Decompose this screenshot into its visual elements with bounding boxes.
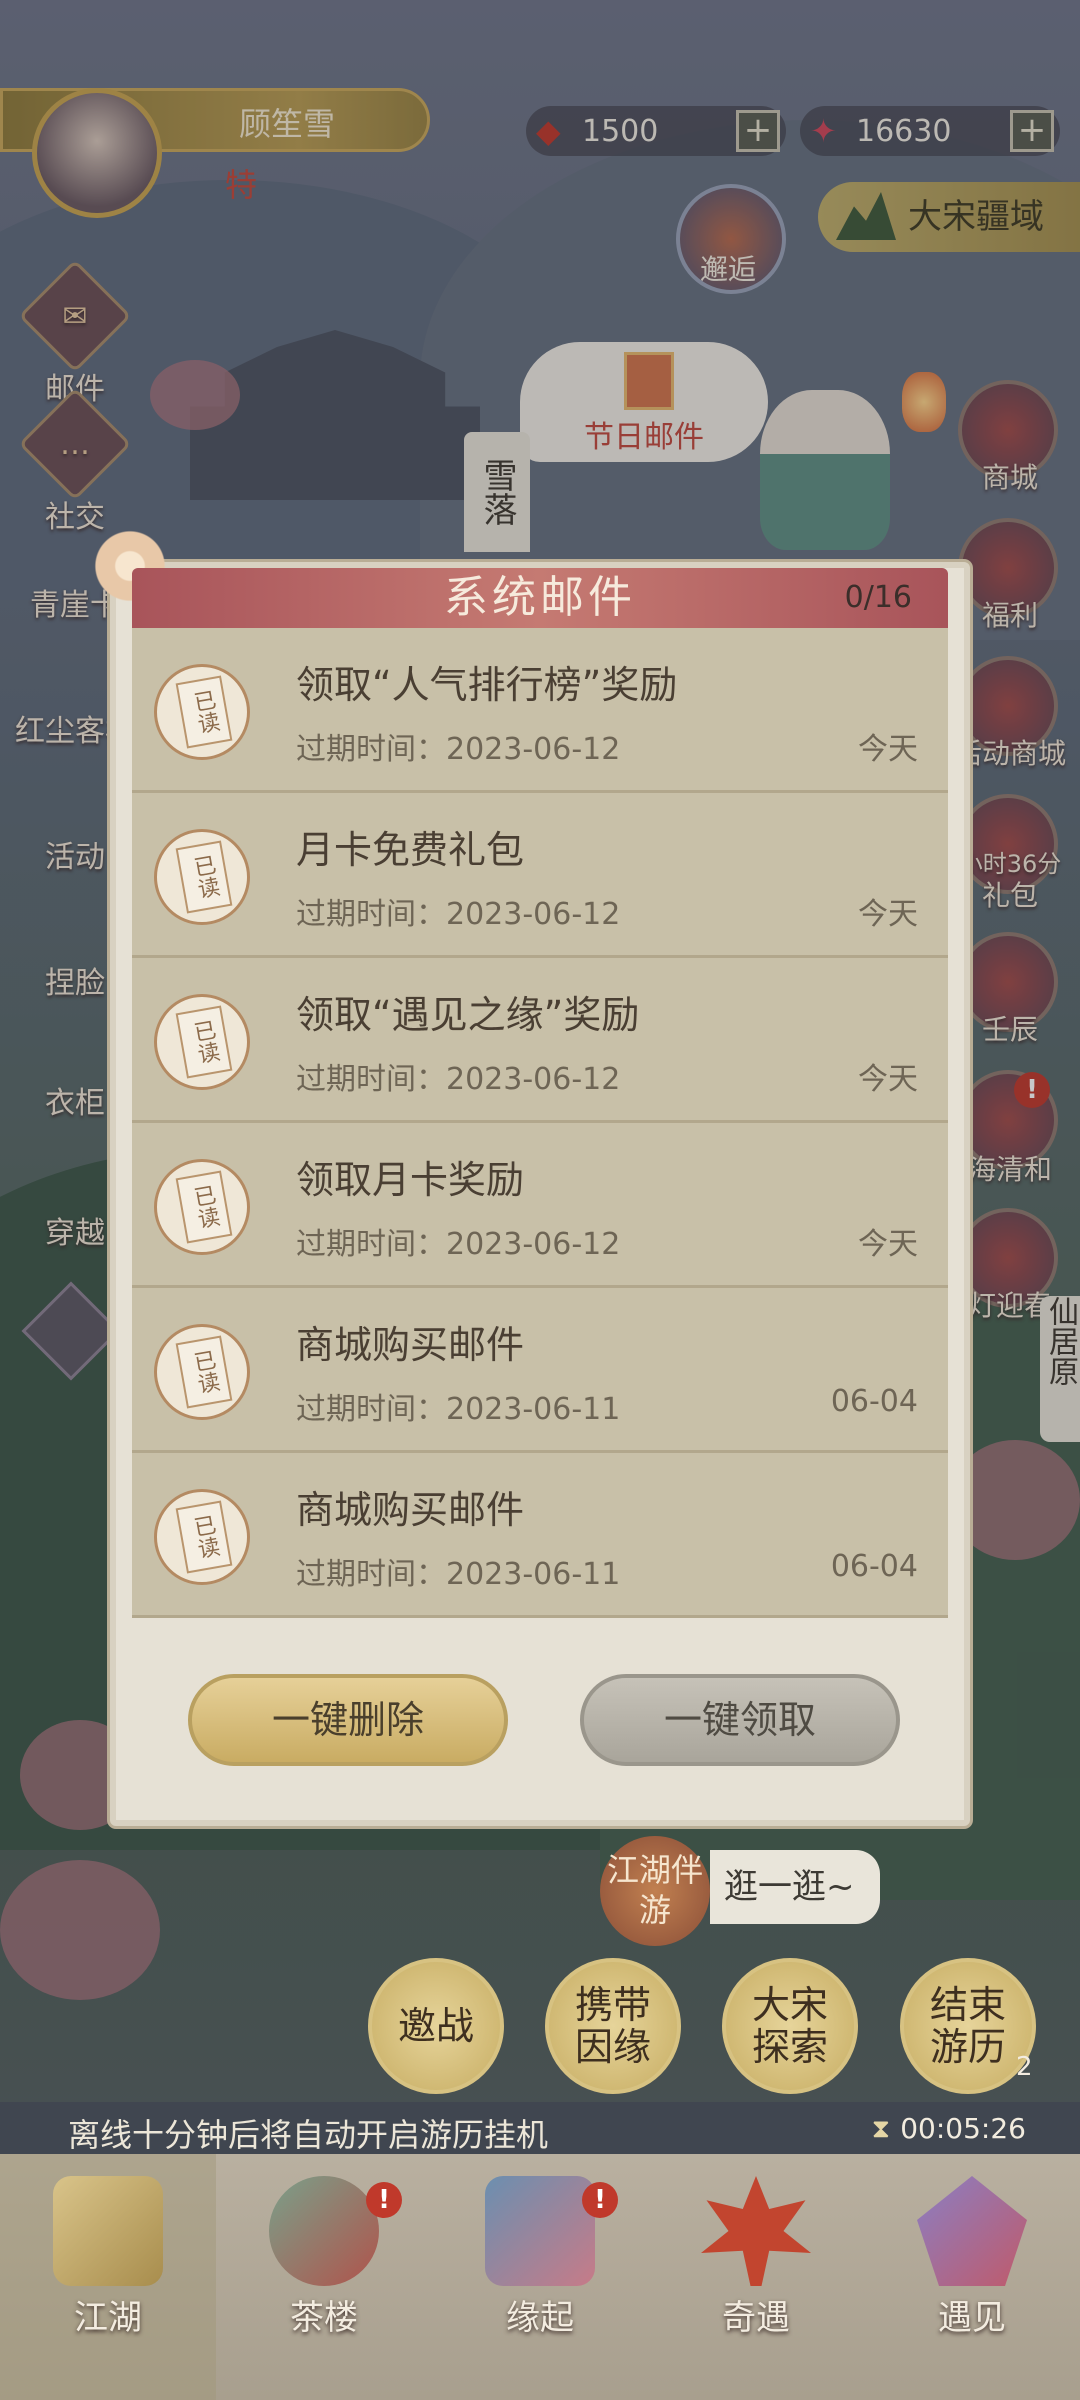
read-mark: 已读 bbox=[175, 1500, 233, 1574]
tab-label: 奇遇 bbox=[722, 2298, 790, 2338]
mail-count: 0/16 bbox=[844, 580, 912, 615]
tab-label: 茶楼 bbox=[290, 2298, 358, 2338]
tab-label: 遇见 bbox=[938, 2298, 1006, 2338]
mail-date: 今天 bbox=[858, 732, 918, 767]
read-mark: 已读 bbox=[175, 1170, 233, 1244]
mail-title: 领取“人气排行榜”奖励 bbox=[296, 663, 678, 707]
mail-item[interactable]: 已读 领取“遇见之缘”奖励 过期时间：2023-06-12 今天 bbox=[132, 958, 948, 1123]
mail-list[interactable]: 已读 领取“人气排行榜”奖励 过期时间：2023-06-12 今天 已读 月卡免… bbox=[132, 628, 948, 1628]
read-letter-icon: 已读 bbox=[154, 1489, 250, 1585]
tab-origin[interactable]: ! 缘起 bbox=[432, 2154, 648, 2400]
mail-expire: 过期时间：2023-06-11 bbox=[296, 1557, 621, 1592]
mail-date: 06-04 bbox=[830, 1549, 918, 1584]
read-letter-icon: 已读 bbox=[154, 994, 250, 1090]
dialog-footer: 一键删除 一键领取 bbox=[132, 1644, 948, 1814]
tab-label: 江湖 bbox=[74, 2298, 142, 2338]
tab-adventure[interactable]: 奇遇 bbox=[648, 2154, 864, 2400]
end-travel-count: 2 bbox=[1016, 2052, 1033, 2082]
mail-date: 今天 bbox=[858, 1227, 918, 1262]
mail-expire: 过期时间：2023-06-12 bbox=[296, 1227, 621, 1262]
maple-leaf-icon bbox=[701, 2176, 811, 2286]
map-scroll-icon bbox=[53, 2176, 163, 2286]
read-mark: 已读 bbox=[175, 1005, 233, 1079]
read-letter-icon: 已读 bbox=[154, 1324, 250, 1420]
read-mark: 已读 bbox=[175, 1335, 233, 1409]
tab-jianghu[interactable]: 江湖 bbox=[0, 2154, 216, 2400]
challenge-button[interactable]: 邀战 bbox=[368, 1958, 504, 2094]
companion-widget[interactable]: 江湖伴游 逛一逛~ bbox=[600, 1836, 880, 1946]
mail-title: 月卡免费礼包 bbox=[296, 828, 525, 872]
mail-title: 商城购买邮件 bbox=[296, 1323, 525, 1367]
read-mark: 已读 bbox=[175, 840, 233, 914]
system-mail-dialog: 系统邮件 0/16 已读 领取“人气排行榜”奖励 过期时间：2023-06-12… bbox=[80, 516, 970, 1826]
status-bar: 离线十分钟后将自动开启游历挂机 ⧗ 00:05:26 bbox=[0, 2102, 1080, 2154]
mail-date: 今天 bbox=[858, 1062, 918, 1097]
mail-title: 领取月卡奖励 bbox=[296, 1158, 525, 1202]
tab-label: 缘起 bbox=[506, 2298, 574, 2338]
tab-meet[interactable]: 遇见 bbox=[864, 2154, 1080, 2400]
mail-expire: 过期时间：2023-06-12 bbox=[296, 732, 621, 767]
mail-item[interactable]: 已读 领取月卡奖励 过期时间：2023-06-12 今天 bbox=[132, 1123, 948, 1288]
explore-button[interactable]: 大宋探索 bbox=[722, 1958, 858, 2094]
alert-badge: ! bbox=[366, 2182, 402, 2218]
mail-item[interactable]: 已读 月卡免费礼包 过期时间：2023-06-12 今天 bbox=[132, 793, 948, 958]
teahouse-icon bbox=[269, 2176, 379, 2286]
mail-date: 今天 bbox=[858, 897, 918, 932]
claim-all-button[interactable]: 一键领取 bbox=[580, 1674, 900, 1766]
read-letter-icon: 已读 bbox=[154, 829, 250, 925]
mail-title: 商城购买邮件 bbox=[296, 1488, 525, 1532]
mail-title: 领取“遇见之缘”奖励 bbox=[296, 993, 640, 1037]
status-text: 离线十分钟后将自动开启游历挂机 bbox=[68, 2116, 549, 2154]
mail-expire: 过期时间：2023-06-12 bbox=[296, 897, 621, 932]
read-letter-icon: 已读 bbox=[154, 1159, 250, 1255]
mail-item[interactable]: 已读 商城购买邮件 过期时间：2023-06-11 06-04 bbox=[132, 1453, 948, 1618]
mail-item[interactable]: 已读 商城购买邮件 过期时间：2023-06-11 06-04 bbox=[132, 1288, 948, 1453]
countdown-timer: 00:05:26 bbox=[900, 2112, 1026, 2145]
alert-badge: ! bbox=[582, 2182, 618, 2218]
companion-bubble: 逛一逛~ bbox=[710, 1850, 880, 1924]
mail-item[interactable]: 已读 领取“人气排行榜”奖励 过期时间：2023-06-12 今天 bbox=[132, 628, 948, 793]
mail-expire: 过期时间：2023-06-12 bbox=[296, 1062, 621, 1097]
read-mark: 已读 bbox=[175, 675, 233, 749]
bottom-tab-bar: 江湖 ! 茶楼 ! 缘起 奇遇 遇见 bbox=[0, 2154, 1080, 2400]
dialog-title: 系统邮件 bbox=[444, 572, 636, 623]
hourglass-icon: ⧗ bbox=[871, 2114, 890, 2144]
read-letter-icon: 已读 bbox=[154, 664, 250, 760]
mail-expire: 过期时间：2023-06-11 bbox=[296, 1392, 621, 1427]
crystal-icon bbox=[917, 2176, 1027, 2286]
tab-teahouse[interactable]: ! 茶楼 bbox=[216, 2154, 432, 2400]
delete-all-button[interactable]: 一键删除 bbox=[188, 1674, 508, 1766]
companion-badge: 江湖伴游 bbox=[600, 1836, 710, 1946]
mail-date: 06-04 bbox=[830, 1384, 918, 1419]
book-icon bbox=[485, 2176, 595, 2286]
dialog-header: 系统邮件 0/16 bbox=[132, 568, 948, 628]
carry-fate-button[interactable]: 携带因缘 bbox=[545, 1958, 681, 2094]
